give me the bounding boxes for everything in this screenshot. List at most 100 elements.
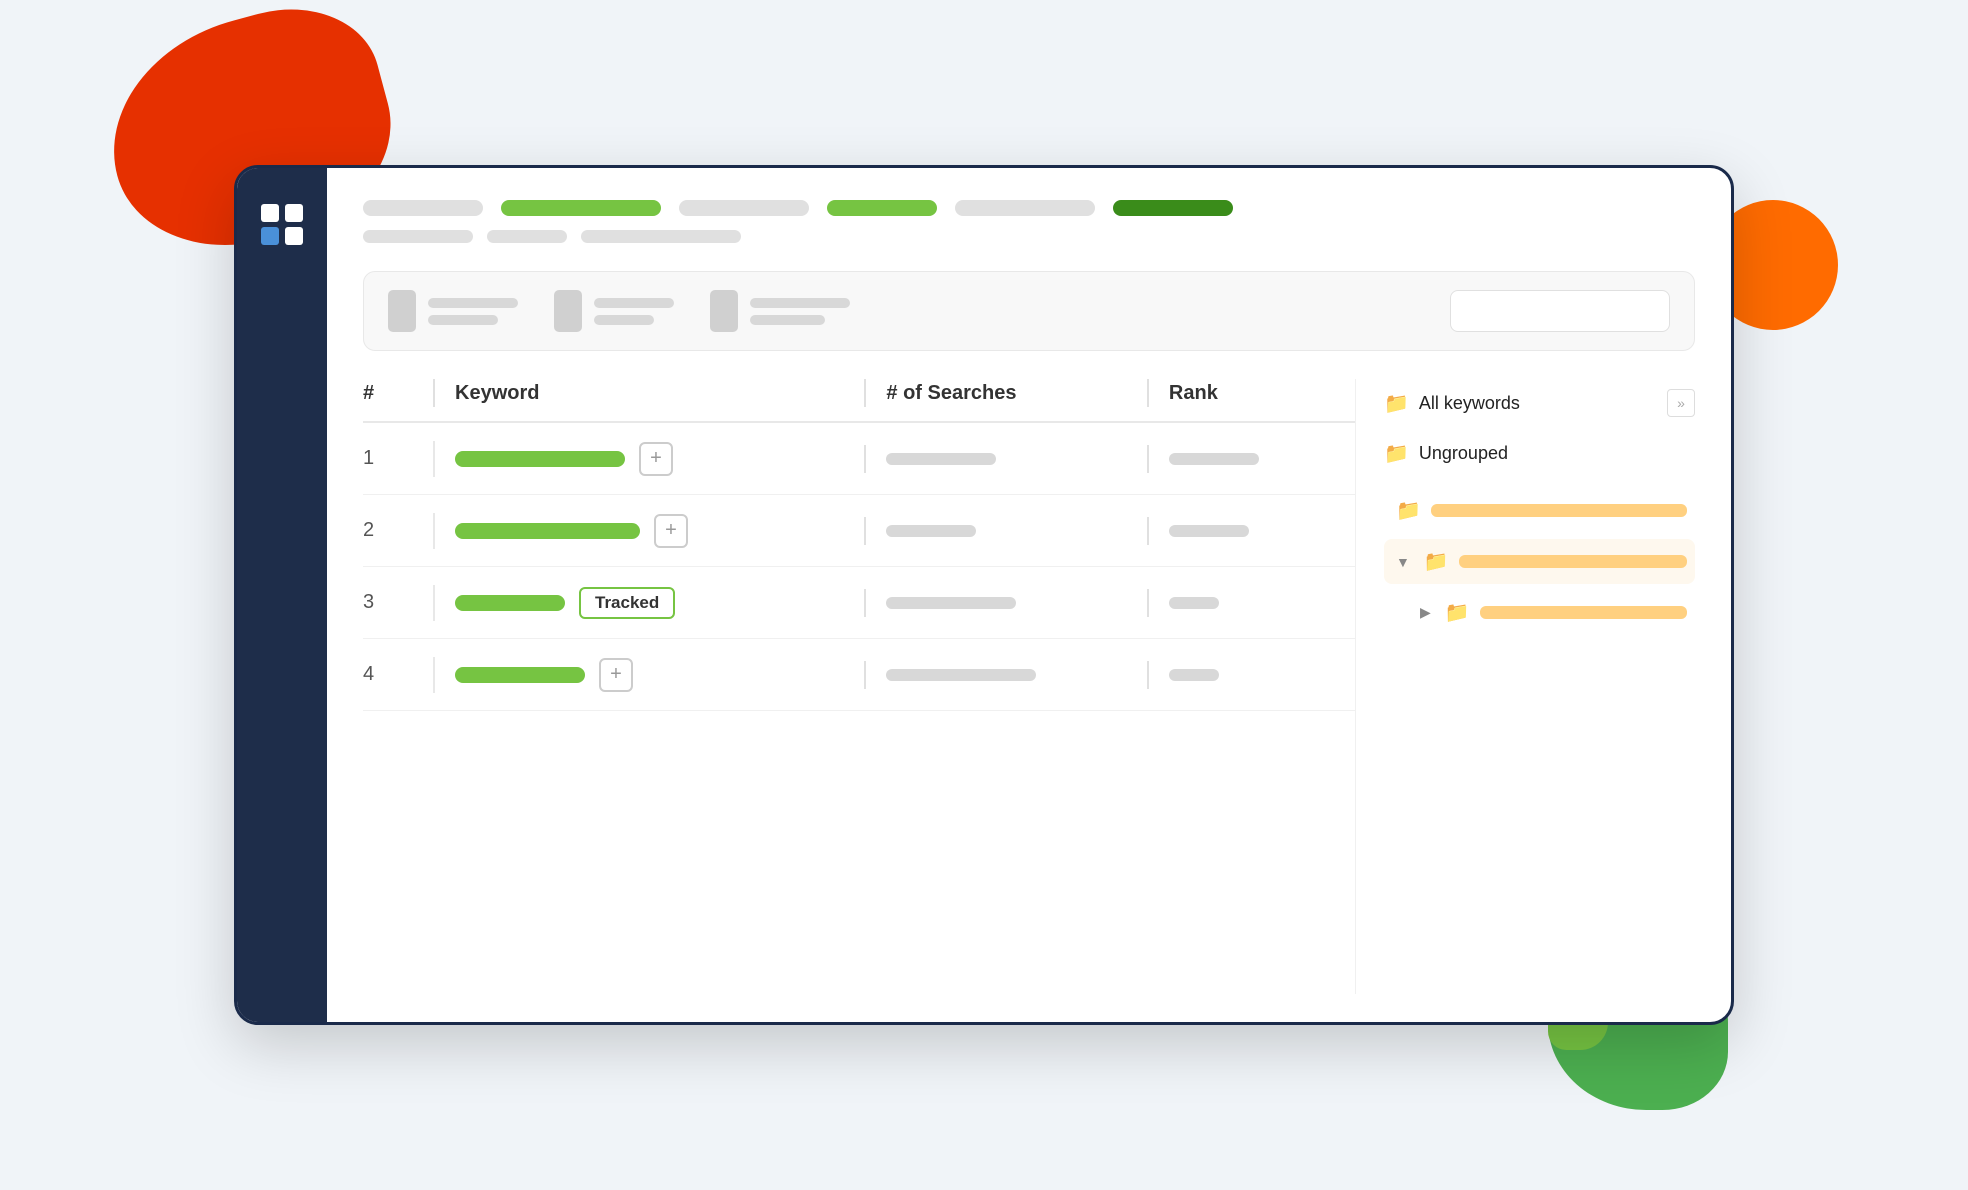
row-divider-searches [864, 661, 866, 689]
all-keywords-label: All keywords [1419, 393, 1520, 414]
nav-pill-2[interactable] [501, 200, 661, 216]
nav-sub-pill-3 [581, 230, 741, 243]
logo-square-2 [285, 204, 303, 222]
rank-bar-2 [1169, 525, 1249, 537]
row-rank-1 [1169, 453, 1355, 465]
kw-ungrouped[interactable]: 📁 Ungrouped [1384, 431, 1695, 476]
nav-pill-3[interactable] [679, 200, 809, 216]
nav-sub-pill-1 [363, 230, 473, 243]
row-searches-2 [886, 525, 1147, 537]
kw-group-3[interactable]: ▶ 📁 [1384, 590, 1695, 635]
table-container: # Keyword # of Searches Rank 1 + [363, 379, 1695, 994]
row-num-1: 1 [363, 447, 433, 470]
table-header: # Keyword # of Searches Rank [363, 379, 1355, 423]
row-divider-searches [864, 517, 866, 545]
logo-square-4 [285, 227, 303, 245]
rank-bar-4 [1169, 669, 1219, 681]
row-rank-2 [1169, 525, 1355, 537]
chevron-right-text: » [1677, 395, 1685, 411]
searches-bar-4 [886, 669, 1036, 681]
add-button-2[interactable]: + [654, 514, 688, 548]
nav-pill-1[interactable] [363, 200, 483, 216]
row-searches-4 [886, 669, 1147, 681]
row-rank-3 [1169, 597, 1355, 609]
row-divider [433, 657, 435, 693]
row-divider [433, 513, 435, 549]
kw-label-bar-2 [1459, 555, 1687, 568]
add-button-4[interactable]: + [599, 658, 633, 692]
row-num-4: 4 [363, 663, 433, 686]
searches-bar-1 [886, 453, 996, 465]
row-num-2: 2 [363, 519, 433, 542]
row-divider-searches [864, 589, 866, 617]
table-row: 4 + [363, 639, 1355, 711]
logo-square-1 [261, 204, 279, 222]
table-row: 1 + [363, 423, 1355, 495]
filter-lines-1 [428, 298, 518, 325]
row-divider-rank [1147, 661, 1149, 689]
row-divider-searches [864, 445, 866, 473]
kw-group-2[interactable]: ▼ 📁 [1384, 539, 1695, 584]
keyword-bar-2 [455, 523, 640, 539]
col-num-header: # [363, 382, 433, 405]
row-divider [433, 585, 435, 621]
folder-icon-orange-1: 📁 [1396, 498, 1421, 523]
ungrouped-label: Ungrouped [1419, 443, 1508, 464]
filter-line [750, 298, 850, 308]
nav-sub-row [363, 230, 1695, 243]
folder-icon-ungrouped: 📁 [1384, 441, 1409, 466]
top-nav [363, 200, 1695, 216]
nav-pill-5[interactable] [955, 200, 1095, 216]
filter-lines-3 [750, 298, 850, 325]
kw-all-keywords[interactable]: 📁 All keywords » [1384, 379, 1695, 427]
keyword-table: # Keyword # of Searches Rank 1 + [363, 379, 1355, 994]
filter-icon-3 [710, 290, 738, 332]
row-searches-3 [886, 597, 1147, 609]
folder-icon-orange-3: 📁 [1445, 600, 1470, 625]
filter-lines-2 [594, 298, 674, 325]
filter-item-1 [388, 290, 518, 332]
row-rank-4 [1169, 669, 1355, 681]
searches-bar-2 [886, 525, 976, 537]
searches-bar-3 [886, 597, 1016, 609]
col-rank-header[interactable]: Rank [1169, 382, 1355, 405]
row-keyword-cell-2: + [455, 514, 864, 548]
row-divider-rank [1147, 445, 1149, 473]
header-divider-3 [1147, 379, 1149, 407]
row-searches-1 [886, 453, 1147, 465]
folder-icon-dark: 📁 [1384, 391, 1409, 416]
filter-line [594, 298, 674, 308]
add-button-1[interactable]: + [639, 442, 673, 476]
filter-line [594, 315, 654, 325]
header-divider-1 [433, 379, 435, 407]
col-searches-header[interactable]: # of Searches [886, 382, 1147, 405]
row-keyword-cell-4: + [455, 658, 864, 692]
table-row: 3 Tracked [363, 567, 1355, 639]
filter-search-box[interactable] [1450, 290, 1670, 332]
keyword-bar-3 [455, 595, 565, 611]
logo-square-3 [261, 227, 279, 245]
header-divider-2 [864, 379, 866, 407]
filter-item-3 [710, 290, 850, 332]
nav-pill-4[interactable] [827, 200, 937, 216]
filter-item-2 [554, 290, 674, 332]
filter-line [428, 298, 518, 308]
tracked-badge[interactable]: Tracked [579, 587, 675, 619]
keywords-panel: 📁 All keywords » 📁 Ungrouped 📁 [1355, 379, 1695, 994]
chevron-right-icon[interactable]: » [1667, 389, 1695, 417]
kw-group-1[interactable]: 📁 [1384, 488, 1695, 533]
main-card: # Keyword # of Searches Rank 1 + [234, 165, 1734, 1025]
expand-arrow-right: ▶ [1420, 604, 1431, 621]
kw-label-bar-3 [1480, 606, 1687, 619]
row-num-3: 3 [363, 591, 433, 614]
filter-icon-2 [554, 290, 582, 332]
sidebar [237, 168, 327, 1022]
folder-icon-orange-2: 📁 [1424, 549, 1449, 574]
nav-pill-6[interactable] [1113, 200, 1233, 216]
row-divider-rank [1147, 517, 1149, 545]
row-keyword-cell-3: Tracked [455, 587, 864, 619]
expand-arrow-down: ▼ [1396, 554, 1410, 570]
content-area: # Keyword # of Searches Rank 1 + [327, 168, 1731, 1022]
col-keyword-header[interactable]: Keyword [455, 382, 864, 405]
filter-row [363, 271, 1695, 351]
